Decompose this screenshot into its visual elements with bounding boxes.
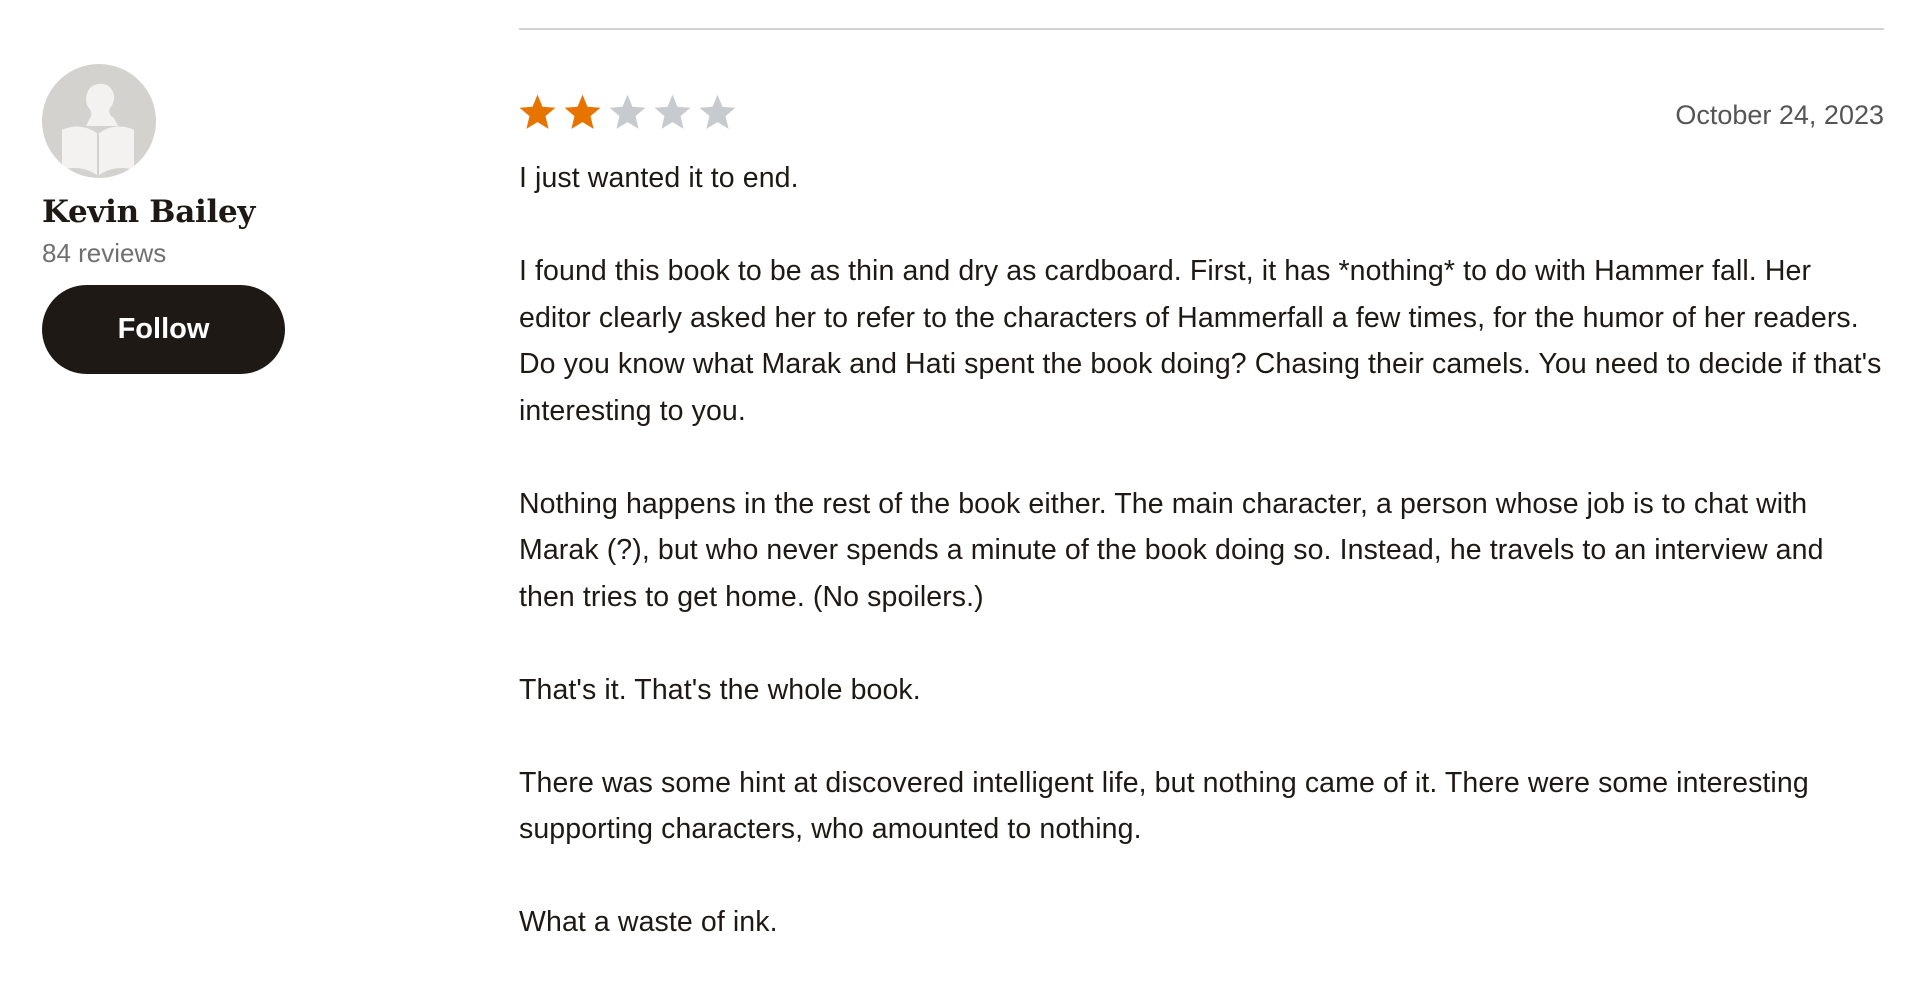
reviewer-review-count: 84 reviews — [42, 238, 167, 268]
star-rating — [517, 92, 738, 133]
avatar[interactable] — [42, 64, 156, 178]
review-body: I just wanted it to end. I found this bo… — [519, 155, 1884, 946]
follow-button[interactable]: Follow — [42, 285, 285, 374]
review-paragraph: There was some hint at discovered intell… — [519, 766, 1809, 846]
review-date[interactable]: October 24, 2023 — [1675, 100, 1884, 131]
reviewer-card: Kevin Bailey 84 reviews Follow — [42, 64, 342, 374]
review-paragraph: That's it. That's the whole book. — [519, 673, 921, 706]
review-header: October 24, 2023 — [519, 84, 1884, 140]
review-paragraph: I just wanted it to end. — [519, 162, 799, 194]
top-divider — [519, 28, 1884, 30]
review: October 24, 2023 I just wanted it to end… — [519, 84, 1884, 992]
star-filled-icon — [564, 94, 601, 129]
reviewer-name[interactable]: Kevin Bailey — [42, 192, 342, 232]
star-empty-icon — [654, 94, 691, 129]
review-paragraph: I found this book to be as thin and dry … — [519, 255, 1882, 427]
review-paragraph: Nothing happens in the rest of the book … — [519, 487, 1824, 613]
star-filled-icon — [519, 94, 556, 129]
star-empty-icon — [699, 94, 736, 129]
star-empty-icon — [609, 94, 646, 129]
review-paragraph: What a waste of ink. — [519, 906, 778, 938]
